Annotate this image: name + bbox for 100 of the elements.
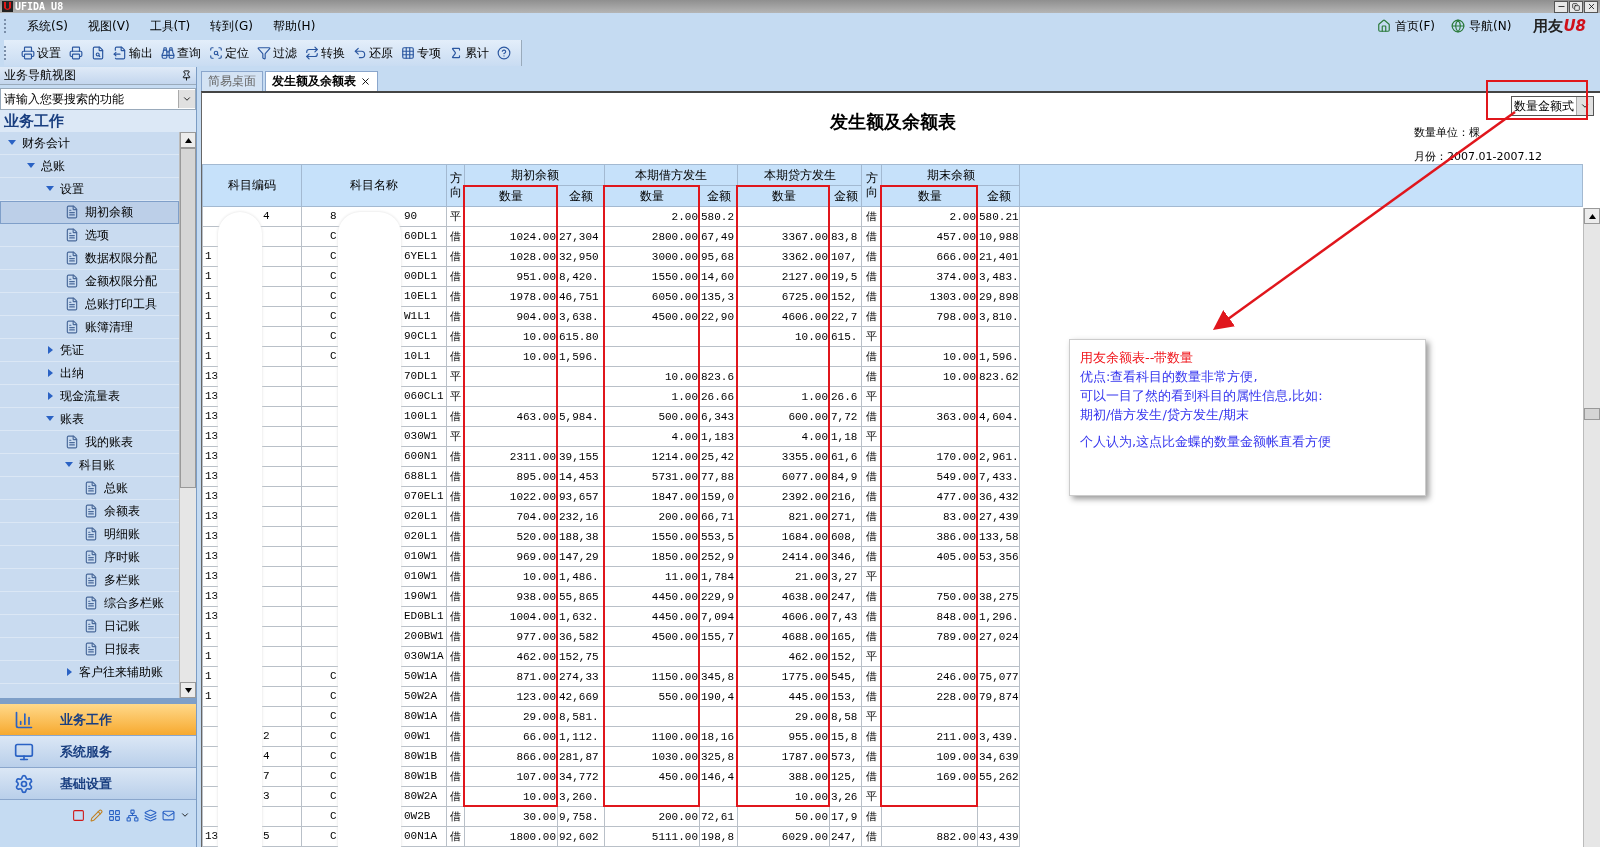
scrollbar[interactable] — [1583, 208, 1600, 847]
table-cell: 573, — [829, 746, 862, 767]
tree-item[interactable]: 余额表 — [0, 500, 179, 523]
tab[interactable]: 简易桌面 — [201, 71, 263, 91]
collapsed-arrow-icon[interactable] — [65, 668, 73, 676]
collapsed-arrow-icon[interactable] — [46, 392, 54, 400]
unit-label: 数量单位：棵 — [1414, 125, 1480, 140]
tree-item[interactable]: 数据权限分配 — [0, 247, 179, 270]
table-cell: 3,439. — [977, 726, 1020, 747]
toolbar-button[interactable]: 定位 — [205, 42, 253, 64]
nav-button[interactable]: 基础设置 — [0, 768, 196, 800]
table-cell: 198,8 — [699, 826, 738, 847]
home-icon — [1376, 19, 1391, 33]
table-cell: 615. — [829, 326, 862, 347]
table-cell: 247, — [829, 586, 862, 607]
menu-item[interactable]: 工具(T) — [139, 16, 201, 36]
toolbar-button[interactable]: 专项 — [397, 42, 445, 64]
tree-item[interactable]: 明细账 — [0, 523, 179, 546]
menu-item[interactable]: 转到(G) — [200, 16, 263, 36]
scroll-thumb[interactable] — [180, 148, 196, 488]
table-cell: 7,43 — [829, 606, 862, 627]
network-icon[interactable] — [126, 808, 139, 822]
toolbar-button[interactable]: 累计 — [445, 42, 493, 64]
toolbar-button[interactable]: 查询 — [157, 42, 205, 64]
mode-select[interactable]: 数量金额式 — [1511, 96, 1594, 116]
name-fragment: W1L1 — [404, 310, 431, 322]
pin-icon[interactable] — [181, 70, 192, 81]
tree-item[interactable]: 金额权限分配 — [0, 270, 179, 293]
name-fragment: 50W1A — [404, 670, 437, 682]
table-cell: 545, — [829, 666, 862, 687]
convert-icon — [305, 46, 319, 60]
close-icon[interactable] — [360, 76, 371, 87]
expanded-arrow-icon[interactable] — [65, 461, 73, 469]
table-cell: 79,874 — [977, 686, 1020, 707]
code-fragment: 1 — [205, 270, 212, 282]
tab[interactable]: 发生额及余额表 — [265, 71, 378, 91]
column-header: 科目编码 — [202, 164, 302, 207]
code-fragment: 5 — [263, 830, 270, 842]
tree-item[interactable]: 序时账 — [0, 546, 179, 569]
tree-item[interactable]: 多栏账 — [0, 569, 179, 592]
code-fragment: 7 — [263, 770, 270, 782]
scroll-down-icon[interactable] — [184, 687, 192, 693]
table-cell: 75,077 — [977, 666, 1020, 687]
code-fragment: 13 — [205, 470, 219, 482]
table-cell: 152, — [829, 286, 862, 307]
toolbar-button[interactable]: 过滤 — [253, 42, 301, 64]
expanded-arrow-icon[interactable] — [46, 415, 54, 423]
scrollbar[interactable] — [179, 132, 196, 698]
tree-item[interactable]: 选项 — [0, 224, 179, 247]
nav-link[interactable]: 导航(N) — [1443, 17, 1520, 35]
note-text: 用友余额表--带数量 — [1080, 349, 1194, 367]
toolbar-button[interactable]: 输出 — [109, 42, 157, 64]
mail-icon[interactable] — [162, 808, 175, 822]
scroll-thumb[interactable] — [1584, 408, 1600, 420]
document-icon — [84, 642, 98, 656]
grid-icon[interactable] — [108, 808, 121, 822]
table-cell — [829, 206, 862, 227]
expanded-arrow-icon[interactable] — [46, 185, 54, 193]
nav-button[interactable]: 系统服务 — [0, 736, 196, 768]
collapsed-arrow-icon[interactable] — [46, 369, 54, 377]
code-fragment: 13 — [205, 370, 219, 382]
tree-item[interactable]: 日报表 — [0, 638, 179, 661]
code-fragment: 13 — [205, 610, 219, 622]
table-cell — [977, 386, 1020, 407]
tree-item[interactable]: 总账 — [0, 477, 179, 500]
tree-item[interactable]: 账簿清理 — [0, 316, 179, 339]
search-dropdown[interactable]: 请输入您要搜索的功能 — [0, 88, 196, 110]
name-fragment: C — [330, 350, 337, 362]
toolbar-button[interactable]: 设置 — [17, 42, 65, 64]
tree-item[interactable]: 日记账 — [0, 615, 179, 638]
nav-button[interactable]: 业务工作 — [0, 704, 196, 736]
toolbar-button[interactable]: 还原 — [349, 42, 397, 64]
collapsed-arrow-icon[interactable] — [46, 346, 54, 354]
window-title: UFIDA U8 — [15, 0, 64, 13]
name-fragment: 020L1 — [404, 510, 437, 522]
scroll-up-icon[interactable] — [1588, 213, 1596, 219]
tree-item[interactable]: 综合多栏账 — [0, 592, 179, 615]
menu-item[interactable]: 视图(V) — [78, 16, 140, 36]
stop-icon[interactable] — [72, 808, 85, 822]
expanded-arrow-icon[interactable] — [8, 139, 16, 147]
menu-item[interactable]: 系统(S) — [17, 16, 78, 36]
tree-item[interactable]: 总账打印工具 — [0, 293, 179, 316]
document-icon — [84, 596, 98, 610]
name-fragment: 030W1 — [404, 430, 437, 442]
monitor-icon — [14, 741, 34, 762]
menu-item[interactable]: 帮助(H) — [262, 16, 326, 36]
minimize-button[interactable] — [1554, 0, 1568, 13]
close-button[interactable] — [1584, 0, 1598, 13]
tree-item[interactable]: 期初余额 — [0, 201, 179, 224]
scroll-up-icon[interactable] — [184, 137, 192, 143]
table-cell: 125, — [829, 766, 862, 787]
tree-item[interactable]: 我的账表 — [0, 431, 179, 454]
nav-link[interactable]: 首页(F) — [1368, 17, 1444, 35]
expanded-arrow-icon[interactable] — [27, 162, 35, 170]
restore-button[interactable] — [1569, 0, 1583, 13]
pencil-icon[interactable] — [90, 808, 103, 822]
windows-icon[interactable] — [144, 808, 157, 822]
logo-icon — [2, 1, 13, 12]
table-cell: 580.21 — [977, 206, 1020, 227]
toolbar-button[interactable]: 转换 — [301, 42, 349, 64]
